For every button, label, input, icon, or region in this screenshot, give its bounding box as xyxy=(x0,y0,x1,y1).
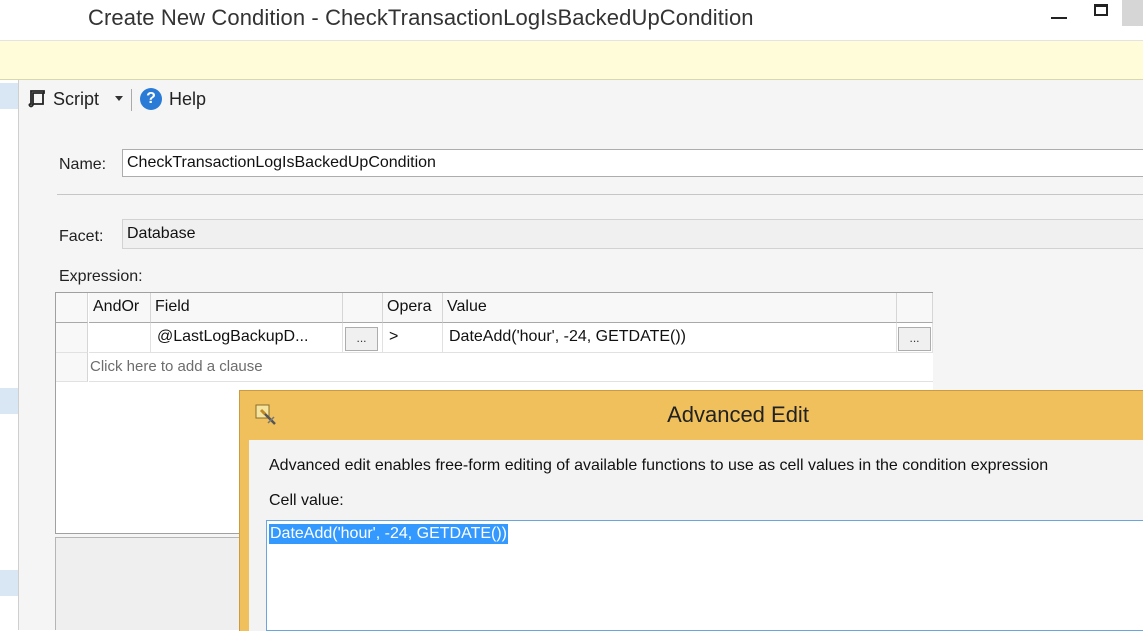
script-button[interactable]: Script xyxy=(53,89,99,110)
name-input[interactable]: CheckTransactionLogIsBackedUpCondition xyxy=(122,149,1143,177)
script-icon[interactable] xyxy=(27,89,47,109)
row-header xyxy=(56,353,88,382)
advanced-edit-dialog: Advanced Edit Advanced edit enables free… xyxy=(239,390,1143,631)
field-cell[interactable]: @LastLogBackupD... xyxy=(151,323,343,353)
field-ellipsis-button[interactable]: ... xyxy=(345,327,378,351)
dialog-description: Advanced edit enables free-form editing … xyxy=(269,457,1049,474)
expression-label: Expression: xyxy=(59,268,143,285)
help-icon[interactable]: ? xyxy=(140,88,162,110)
facet-label: Facet: xyxy=(59,228,104,245)
help-button[interactable]: Help xyxy=(169,89,206,110)
operator-cell[interactable]: > xyxy=(383,323,443,353)
page-selector-pane xyxy=(0,80,19,630)
page-selector-item[interactable] xyxy=(0,388,18,414)
column-header-blank xyxy=(897,293,933,323)
cell-value-textarea[interactable]: DateAdd('hour', -24, GETDATE()) xyxy=(266,520,1143,631)
info-bar xyxy=(0,41,1143,80)
value-cell[interactable]: DateAdd('hour', -24, GETDATE()) xyxy=(443,323,897,353)
grid-corner-cell xyxy=(56,293,88,323)
column-header-field[interactable]: Field xyxy=(151,293,343,323)
maximize-button[interactable] xyxy=(1090,2,1116,28)
expression-grid-table: AndOr Field Opera Value @LastLogBackupD.… xyxy=(56,293,933,382)
column-header-operator[interactable]: Opera xyxy=(383,293,443,323)
divider xyxy=(57,194,1143,195)
script-dropdown-icon[interactable] xyxy=(115,96,123,101)
cell-value-label: Cell value: xyxy=(269,492,344,509)
facet-select[interactable]: Database xyxy=(122,219,1143,249)
window-title-bar: Create New Condition - CheckTransactionL… xyxy=(0,0,1143,41)
cell-value-selected-text: DateAdd('hour', -24, GETDATE()) xyxy=(269,524,508,544)
description-panel xyxy=(55,537,255,630)
column-header-blank xyxy=(343,293,383,323)
page-selector-item[interactable] xyxy=(0,83,18,109)
facet-value: Database xyxy=(127,225,196,242)
dialog-title: Advanced Edit xyxy=(667,402,809,427)
value-ellipsis-button[interactable]: ... xyxy=(898,327,931,351)
window-title: Create New Condition - CheckTransactionL… xyxy=(88,5,754,30)
minimize-button[interactable] xyxy=(1046,2,1072,28)
name-label: Name: xyxy=(59,156,107,173)
andor-cell[interactable] xyxy=(89,323,151,353)
column-header-andor[interactable]: AndOr xyxy=(89,293,151,323)
page-selector-item[interactable] xyxy=(0,570,18,596)
dialog-body: Advanced edit enables free-form editing … xyxy=(249,440,1143,631)
close-button[interactable] xyxy=(1122,0,1143,26)
toolbar-separator xyxy=(131,89,132,111)
column-header-value[interactable]: Value xyxy=(443,293,897,323)
add-clause-row[interactable]: Click here to add a clause xyxy=(89,353,933,382)
row-header[interactable] xyxy=(56,323,88,353)
toolbar: Script ? Help xyxy=(19,80,1143,120)
